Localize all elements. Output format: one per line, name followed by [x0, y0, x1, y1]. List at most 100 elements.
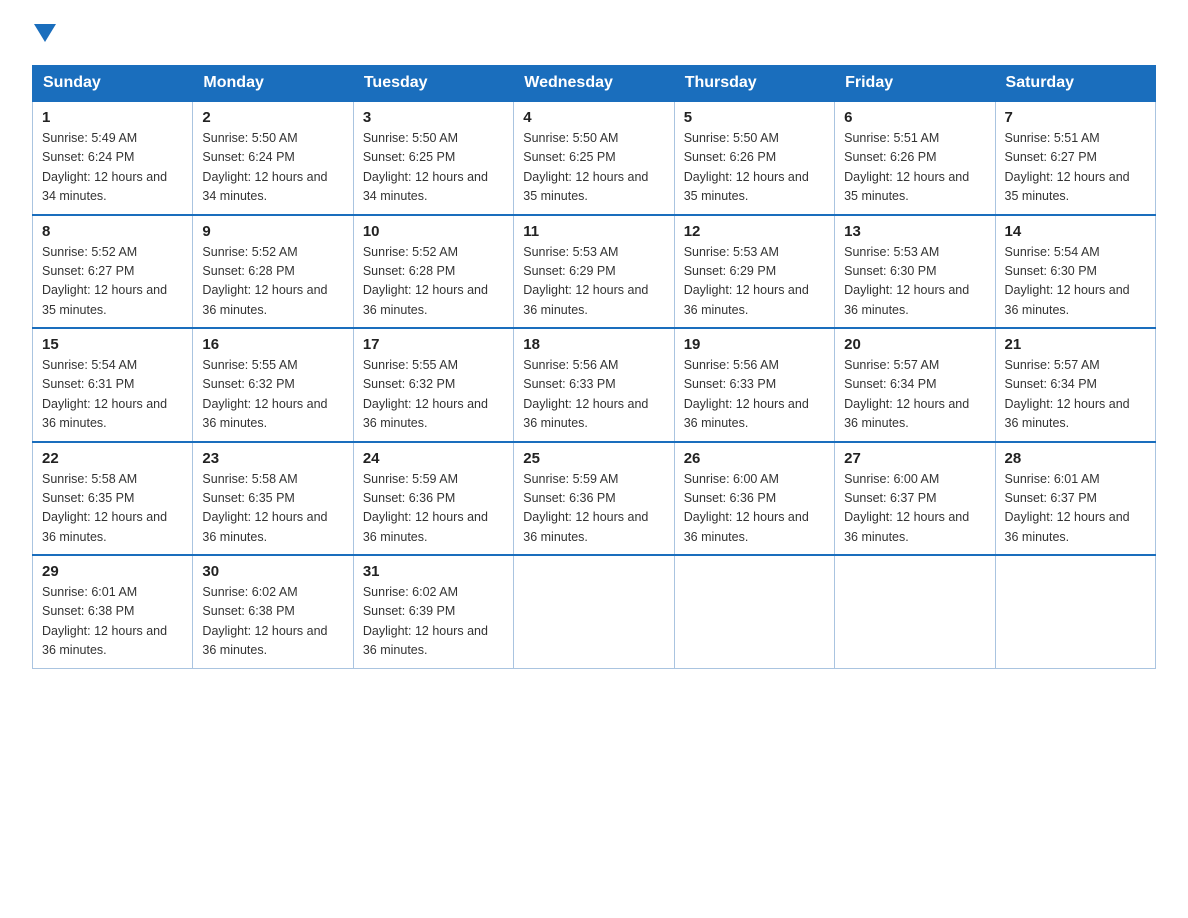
day-info: Sunrise: 5:59 AM Sunset: 6:36 PM Dayligh…: [523, 470, 664, 548]
calendar-cell: 27 Sunrise: 6:00 AM Sunset: 6:37 PM Dayl…: [835, 442, 995, 556]
calendar-cell: 28 Sunrise: 6:01 AM Sunset: 6:37 PM Dayl…: [995, 442, 1155, 556]
day-number: 6: [844, 109, 985, 126]
calendar-cell: 22 Sunrise: 5:58 AM Sunset: 6:35 PM Dayl…: [33, 442, 193, 556]
day-info: Sunrise: 5:52 AM Sunset: 6:27 PM Dayligh…: [42, 243, 183, 321]
calendar-cell: 13 Sunrise: 5:53 AM Sunset: 6:30 PM Dayl…: [835, 215, 995, 329]
day-number: 24: [363, 450, 504, 467]
calendar-cell: 2 Sunrise: 5:50 AM Sunset: 6:24 PM Dayli…: [193, 101, 353, 215]
calendar-cell: 16 Sunrise: 5:55 AM Sunset: 6:32 PM Dayl…: [193, 328, 353, 442]
day-info: Sunrise: 5:54 AM Sunset: 6:30 PM Dayligh…: [1005, 243, 1146, 321]
day-info: Sunrise: 5:56 AM Sunset: 6:33 PM Dayligh…: [523, 356, 664, 434]
calendar-cell: 11 Sunrise: 5:53 AM Sunset: 6:29 PM Dayl…: [514, 215, 674, 329]
day-number: 3: [363, 109, 504, 126]
day-number: 4: [523, 109, 664, 126]
calendar-cell: 12 Sunrise: 5:53 AM Sunset: 6:29 PM Dayl…: [674, 215, 834, 329]
day-number: 20: [844, 336, 985, 353]
day-number: 9: [202, 223, 343, 240]
day-info: Sunrise: 5:50 AM Sunset: 6:24 PM Dayligh…: [202, 129, 343, 207]
calendar-cell: [514, 555, 674, 668]
calendar-header-tuesday: Tuesday: [353, 66, 513, 102]
day-info: Sunrise: 5:50 AM Sunset: 6:25 PM Dayligh…: [363, 129, 504, 207]
day-info: Sunrise: 5:55 AM Sunset: 6:32 PM Dayligh…: [202, 356, 343, 434]
calendar-cell: 20 Sunrise: 5:57 AM Sunset: 6:34 PM Dayl…: [835, 328, 995, 442]
calendar-cell: 21 Sunrise: 5:57 AM Sunset: 6:34 PM Dayl…: [995, 328, 1155, 442]
calendar-table: SundayMondayTuesdayWednesdayThursdayFrid…: [32, 65, 1156, 669]
calendar-cell: 26 Sunrise: 6:00 AM Sunset: 6:36 PM Dayl…: [674, 442, 834, 556]
day-info: Sunrise: 5:56 AM Sunset: 6:33 PM Dayligh…: [684, 356, 825, 434]
day-info: Sunrise: 6:00 AM Sunset: 6:37 PM Dayligh…: [844, 470, 985, 548]
day-number: 28: [1005, 450, 1146, 467]
calendar-cell: 31 Sunrise: 6:02 AM Sunset: 6:39 PM Dayl…: [353, 555, 513, 668]
day-info: Sunrise: 6:01 AM Sunset: 6:38 PM Dayligh…: [42, 583, 183, 661]
calendar-cell: 29 Sunrise: 6:01 AM Sunset: 6:38 PM Dayl…: [33, 555, 193, 668]
day-info: Sunrise: 5:57 AM Sunset: 6:34 PM Dayligh…: [1005, 356, 1146, 434]
calendar-header-friday: Friday: [835, 66, 995, 102]
day-info: Sunrise: 5:59 AM Sunset: 6:36 PM Dayligh…: [363, 470, 504, 548]
calendar-cell: 25 Sunrise: 5:59 AM Sunset: 6:36 PM Dayl…: [514, 442, 674, 556]
day-number: 2: [202, 109, 343, 126]
day-number: 17: [363, 336, 504, 353]
calendar-week-row: 8 Sunrise: 5:52 AM Sunset: 6:27 PM Dayli…: [33, 215, 1156, 329]
calendar-week-row: 29 Sunrise: 6:01 AM Sunset: 6:38 PM Dayl…: [33, 555, 1156, 668]
logo: [32, 24, 56, 47]
day-number: 10: [363, 223, 504, 240]
day-number: 13: [844, 223, 985, 240]
day-info: Sunrise: 6:02 AM Sunset: 6:39 PM Dayligh…: [363, 583, 504, 661]
day-number: 16: [202, 336, 343, 353]
logo-triangle-icon: [34, 24, 56, 42]
day-number: 23: [202, 450, 343, 467]
calendar-cell: 8 Sunrise: 5:52 AM Sunset: 6:27 PM Dayli…: [33, 215, 193, 329]
day-number: 18: [523, 336, 664, 353]
day-info: Sunrise: 5:58 AM Sunset: 6:35 PM Dayligh…: [42, 470, 183, 548]
day-info: Sunrise: 5:54 AM Sunset: 6:31 PM Dayligh…: [42, 356, 183, 434]
calendar-cell: 17 Sunrise: 5:55 AM Sunset: 6:32 PM Dayl…: [353, 328, 513, 442]
day-number: 22: [42, 450, 183, 467]
day-number: 27: [844, 450, 985, 467]
day-number: 14: [1005, 223, 1146, 240]
day-info: Sunrise: 5:57 AM Sunset: 6:34 PM Dayligh…: [844, 356, 985, 434]
day-number: 31: [363, 563, 504, 580]
day-number: 19: [684, 336, 825, 353]
day-info: Sunrise: 5:53 AM Sunset: 6:30 PM Dayligh…: [844, 243, 985, 321]
day-number: 12: [684, 223, 825, 240]
calendar-header-sunday: Sunday: [33, 66, 193, 102]
calendar-cell: 10 Sunrise: 5:52 AM Sunset: 6:28 PM Dayl…: [353, 215, 513, 329]
calendar-cell: 1 Sunrise: 5:49 AM Sunset: 6:24 PM Dayli…: [33, 101, 193, 215]
day-info: Sunrise: 5:49 AM Sunset: 6:24 PM Dayligh…: [42, 129, 183, 207]
day-info: Sunrise: 5:53 AM Sunset: 6:29 PM Dayligh…: [523, 243, 664, 321]
calendar-cell: 9 Sunrise: 5:52 AM Sunset: 6:28 PM Dayli…: [193, 215, 353, 329]
day-info: Sunrise: 5:50 AM Sunset: 6:25 PM Dayligh…: [523, 129, 664, 207]
day-info: Sunrise: 5:52 AM Sunset: 6:28 PM Dayligh…: [363, 243, 504, 321]
calendar-cell: 3 Sunrise: 5:50 AM Sunset: 6:25 PM Dayli…: [353, 101, 513, 215]
day-number: 1: [42, 109, 183, 126]
day-number: 7: [1005, 109, 1146, 126]
day-number: 26: [684, 450, 825, 467]
day-info: Sunrise: 6:00 AM Sunset: 6:36 PM Dayligh…: [684, 470, 825, 548]
day-number: 29: [42, 563, 183, 580]
calendar-cell: [835, 555, 995, 668]
day-number: 11: [523, 223, 664, 240]
day-number: 21: [1005, 336, 1146, 353]
calendar-week-row: 22 Sunrise: 5:58 AM Sunset: 6:35 PM Dayl…: [33, 442, 1156, 556]
day-info: Sunrise: 6:02 AM Sunset: 6:38 PM Dayligh…: [202, 583, 343, 661]
day-number: 30: [202, 563, 343, 580]
calendar-cell: 14 Sunrise: 5:54 AM Sunset: 6:30 PM Dayl…: [995, 215, 1155, 329]
calendar-cell: [995, 555, 1155, 668]
calendar-cell: 23 Sunrise: 5:58 AM Sunset: 6:35 PM Dayl…: [193, 442, 353, 556]
calendar-header-wednesday: Wednesday: [514, 66, 674, 102]
day-info: Sunrise: 5:55 AM Sunset: 6:32 PM Dayligh…: [363, 356, 504, 434]
calendar-cell: 15 Sunrise: 5:54 AM Sunset: 6:31 PM Dayl…: [33, 328, 193, 442]
day-info: Sunrise: 5:53 AM Sunset: 6:29 PM Dayligh…: [684, 243, 825, 321]
day-info: Sunrise: 5:50 AM Sunset: 6:26 PM Dayligh…: [684, 129, 825, 207]
day-info: Sunrise: 5:51 AM Sunset: 6:27 PM Dayligh…: [1005, 129, 1146, 207]
day-number: 5: [684, 109, 825, 126]
calendar-week-row: 1 Sunrise: 5:49 AM Sunset: 6:24 PM Dayli…: [33, 101, 1156, 215]
day-number: 15: [42, 336, 183, 353]
calendar-cell: 5 Sunrise: 5:50 AM Sunset: 6:26 PM Dayli…: [674, 101, 834, 215]
page-header: [32, 24, 1156, 47]
calendar-cell: [674, 555, 834, 668]
calendar-cell: 24 Sunrise: 5:59 AM Sunset: 6:36 PM Dayl…: [353, 442, 513, 556]
day-number: 25: [523, 450, 664, 467]
calendar-cell: 7 Sunrise: 5:51 AM Sunset: 6:27 PM Dayli…: [995, 101, 1155, 215]
day-info: Sunrise: 6:01 AM Sunset: 6:37 PM Dayligh…: [1005, 470, 1146, 548]
